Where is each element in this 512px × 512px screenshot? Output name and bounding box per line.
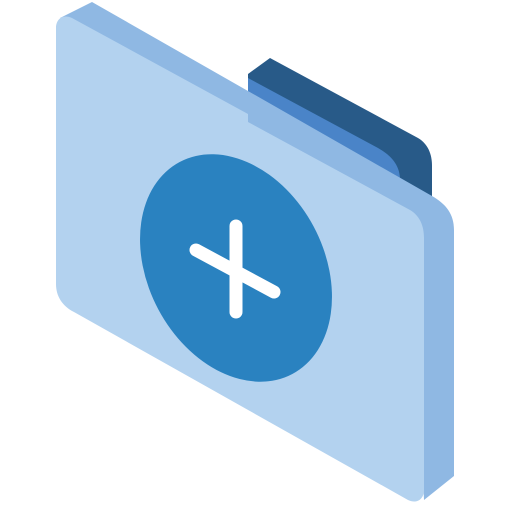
add-folder-icon-canvas (0, 0, 512, 512)
add-folder-icon (56, 2, 454, 502)
